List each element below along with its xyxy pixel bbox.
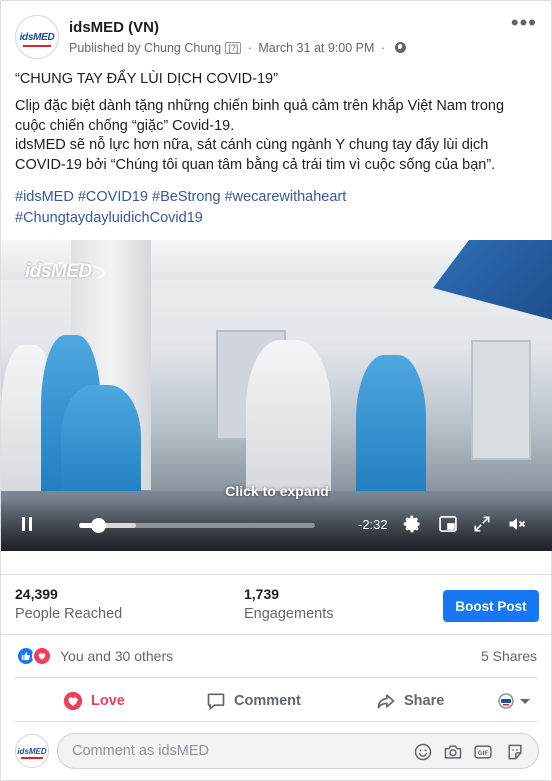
- video-player[interactable]: idsMED Click to expand -2:32: [1, 240, 552, 551]
- video-progress-track[interactable]: [79, 518, 315, 533]
- hashtag[interactable]: #COVID19: [78, 189, 148, 205]
- hashtag-list: #idsMED #COVID19 #BeStrong #wecarewithah…: [15, 187, 537, 228]
- divider: [1, 634, 551, 635]
- love-button[interactable]: Love: [63, 689, 125, 713]
- comment-label: Comment: [234, 693, 301, 709]
- more-options-icon[interactable]: •••: [511, 12, 537, 34]
- published-by[interactable]: Published by Chung Chung: [69, 41, 221, 55]
- share-button[interactable]: Share: [376, 689, 444, 713]
- video-scene-door: [471, 340, 531, 460]
- video-scrubber-knob[interactable]: [90, 518, 106, 533]
- comment-icon: [207, 693, 225, 711]
- help-marker[interactable]: [?]: [225, 42, 242, 54]
- hashtag[interactable]: #ChungtaydayluidichCovid19: [15, 210, 203, 226]
- page-avatar[interactable]: idsMED: [15, 15, 59, 59]
- comment-input[interactable]: Comment as idsMED GIF: [57, 733, 539, 769]
- post-header: idsMED idsMED (VN) Published by Chung Ch…: [15, 12, 537, 59]
- post-date[interactable]: March 31 at 9:00 PM: [258, 41, 374, 55]
- post-paragraph-2: idsMED sẽ nỗ lực hơn nữa, sát cánh cùng …: [15, 137, 496, 173]
- divider: [15, 721, 537, 722]
- reaction-summary[interactable]: You and 30 others: [60, 648, 173, 664]
- reaction-selector[interactable]: [497, 692, 533, 710]
- fullscreen-icon[interactable]: [471, 514, 493, 534]
- picture-in-picture-icon[interactable]: [437, 514, 459, 534]
- meta-separator-2: ·: [380, 41, 386, 55]
- comment-button[interactable]: Comment: [206, 689, 301, 713]
- post-card: idsMED idsMED (VN) Published by Chung Ch…: [0, 0, 552, 781]
- engagements-label[interactable]: Engagements: [244, 606, 333, 622]
- divider: [1, 574, 551, 575]
- boost-post-button[interactable]: Boost Post: [443, 590, 539, 622]
- shares-count[interactable]: 5 Shares: [481, 648, 537, 664]
- svg-text:GIF: GIF: [478, 750, 489, 757]
- love-reaction-icon: [32, 646, 52, 666]
- share-icon: [377, 694, 395, 709]
- emoji-icon[interactable]: [413, 742, 433, 762]
- avatar-logo-text: idsMED: [19, 31, 55, 43]
- volume-muted-icon[interactable]: [506, 514, 528, 534]
- avatar-logo-bar: [23, 45, 51, 47]
- page-name-link[interactable]: idsMED (VN): [69, 19, 159, 36]
- divider: [15, 677, 537, 678]
- post-meta: Published by Chung Chung [?] · March 31 a…: [69, 41, 406, 55]
- commenter-logo-text: idsMED: [17, 746, 47, 756]
- reaction-icons[interactable]: [16, 646, 56, 666]
- meta-separator: ·: [247, 41, 252, 55]
- engagements-value: 1,739: [244, 586, 280, 602]
- people-reached-label[interactable]: People Reached: [15, 606, 122, 622]
- commenter-logo-bar: [21, 757, 43, 759]
- post-paragraph: Clip đặc biệt dành tặng những chiến binh…: [15, 97, 537, 175]
- heart-icon: [63, 691, 83, 711]
- gif-icon[interactable]: GIF: [473, 742, 493, 762]
- post-paragraph-1: Clip đặc biệt dành tặng những chiến binh…: [15, 98, 505, 134]
- love-label: Love: [91, 693, 125, 709]
- video-watermark: idsMED: [25, 261, 92, 282]
- hashtag[interactable]: #idsMED: [15, 189, 74, 205]
- commenter-avatar[interactable]: idsMED: [15, 734, 49, 768]
- gear-icon[interactable]: [401, 514, 423, 534]
- comment-placeholder: Comment as idsMED: [72, 743, 209, 759]
- post-headline: “CHUNG TAY ĐẨY LÙI DỊCH COVID-19”: [15, 71, 278, 87]
- sticker-icon[interactable]: [505, 742, 525, 762]
- share-label: Share: [404, 693, 445, 709]
- hashtag[interactable]: #wecarewithaheart: [225, 189, 347, 205]
- hashtag[interactable]: #BeStrong: [152, 189, 221, 205]
- camera-icon[interactable]: [443, 742, 463, 762]
- click-to-expand[interactable]: Click to expand: [1, 483, 552, 499]
- people-reached-value: 24,399: [15, 586, 58, 602]
- pause-icon[interactable]: [21, 517, 33, 531]
- globe-icon[interactable]: [394, 42, 406, 53]
- video-time-remaining: -2:32: [358, 517, 388, 532]
